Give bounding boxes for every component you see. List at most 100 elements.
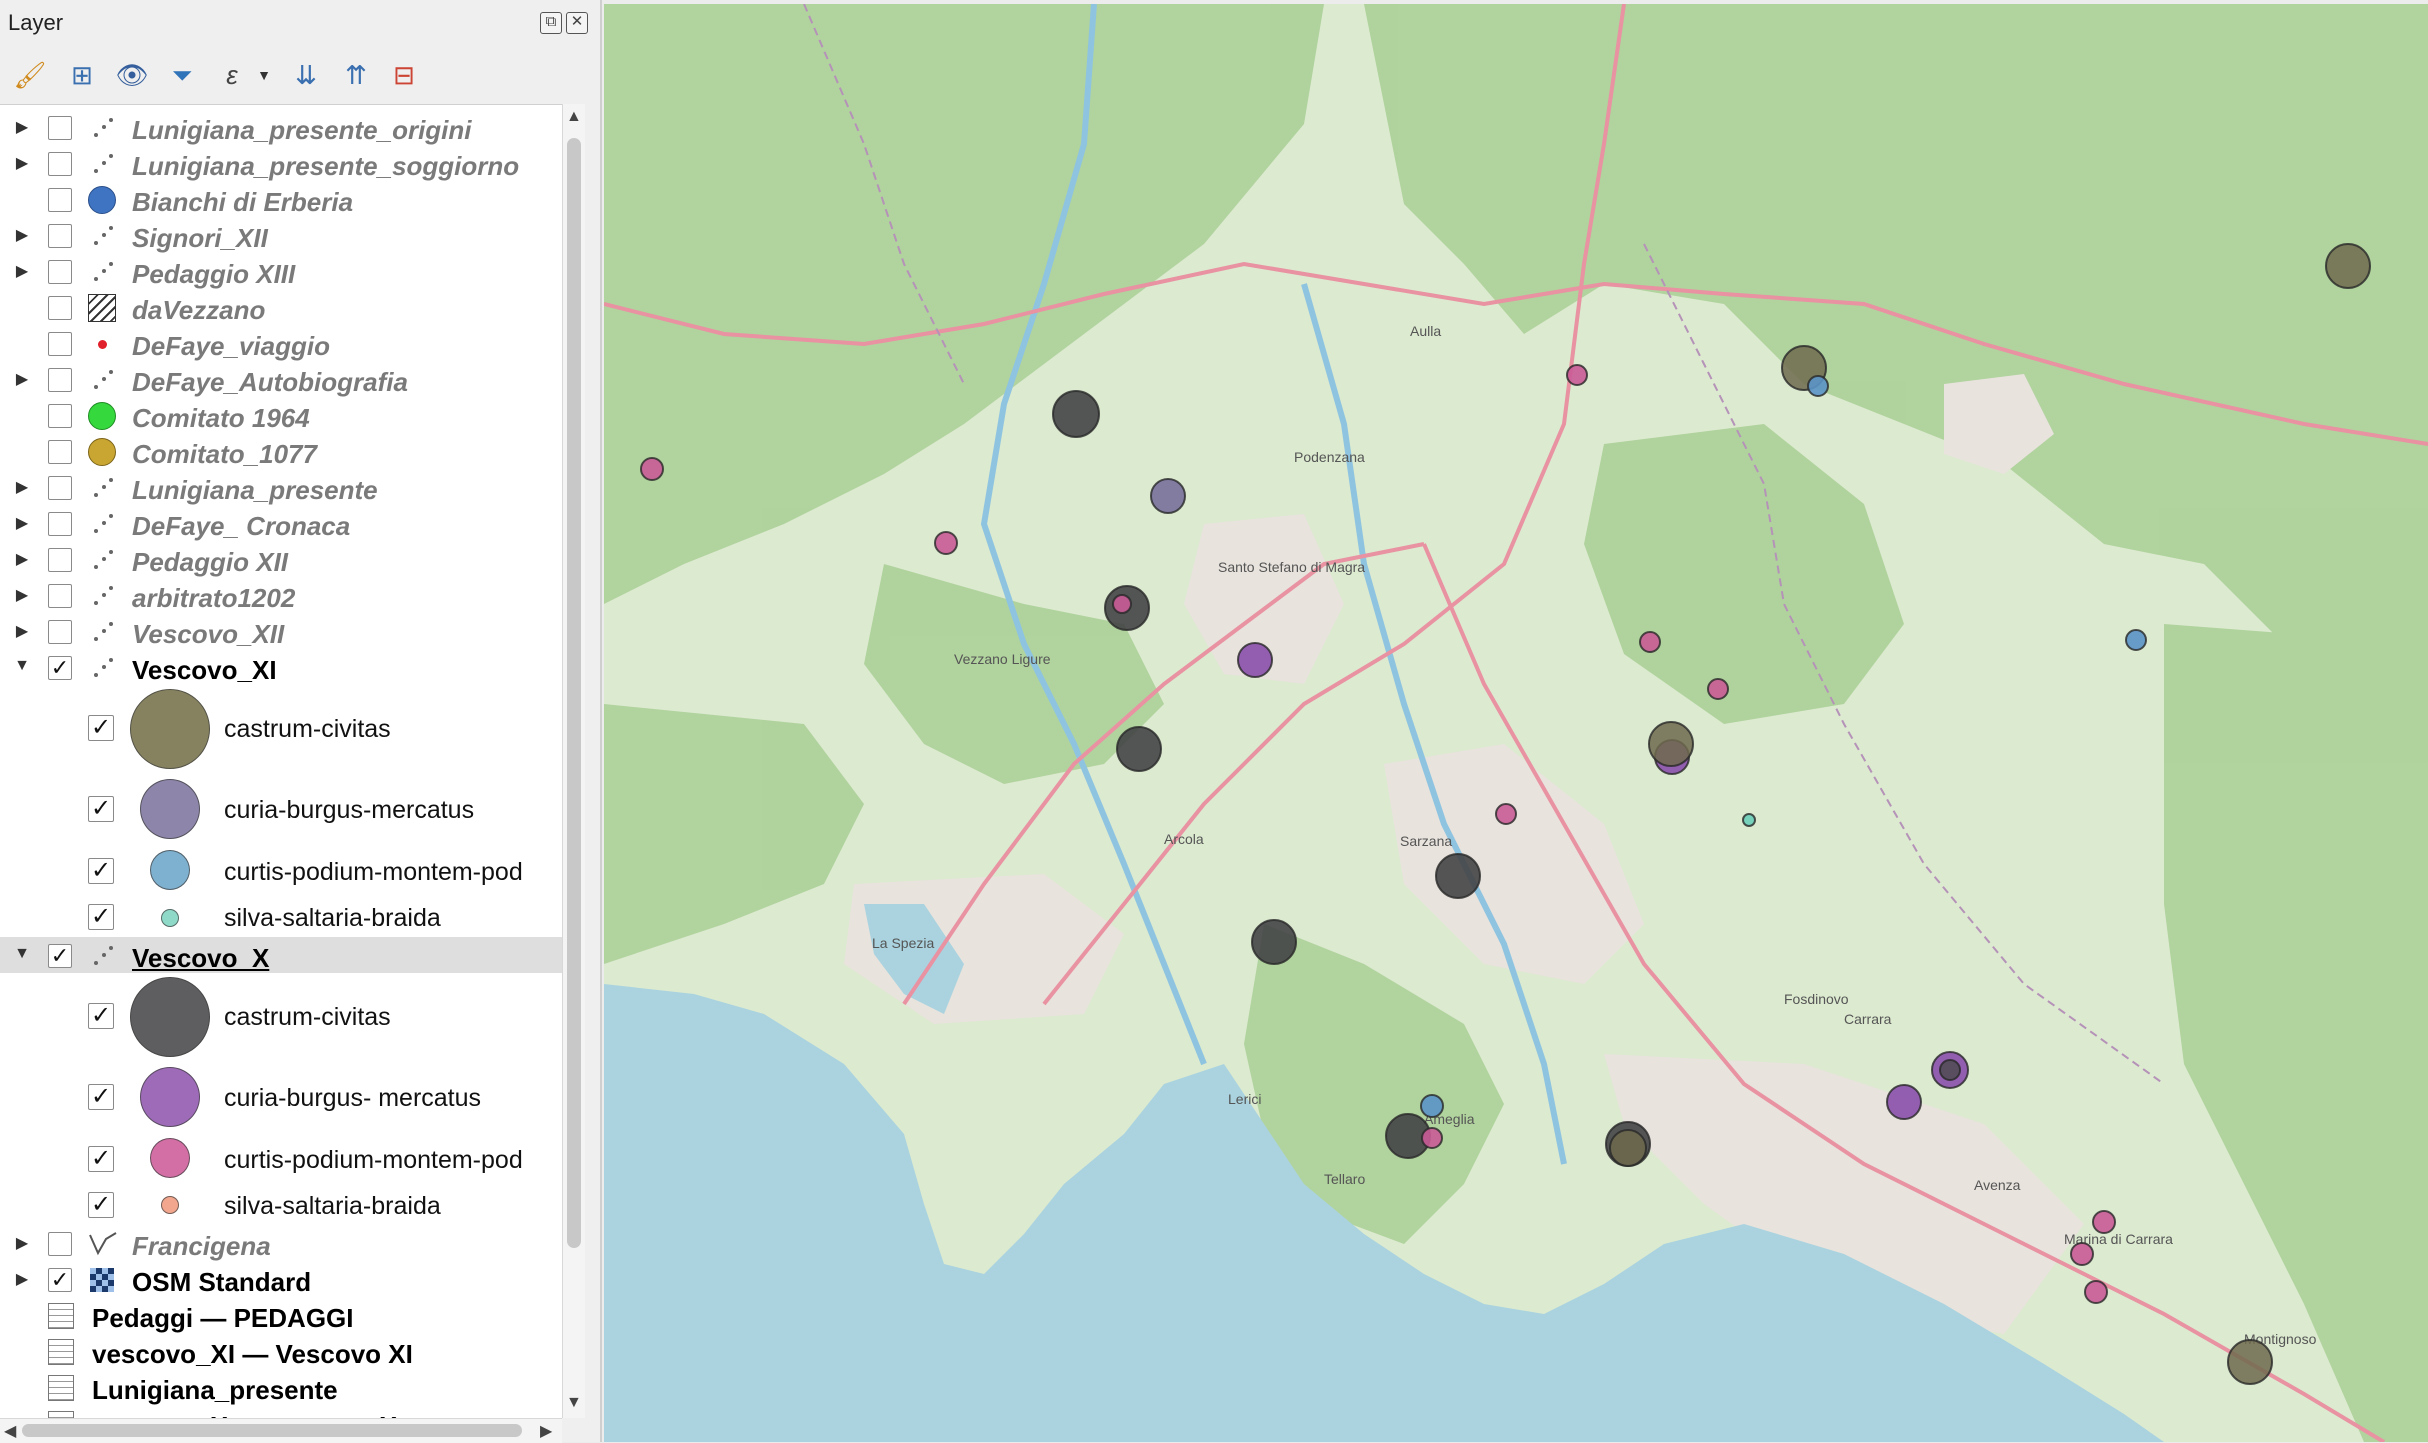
class-checkbox[interactable]: ✓	[88, 715, 114, 741]
close-icon[interactable]: ✕	[566, 12, 588, 34]
expand-arrow-icon[interactable]: ▶	[14, 477, 30, 497]
scroll-thumb[interactable]	[22, 1424, 522, 1437]
layer-checkbox[interactable]	[48, 404, 72, 428]
layer-row-francigena[interactable]: ▶ Francigena	[0, 1225, 562, 1261]
expand-arrow-icon[interactable]: ▶	[14, 225, 30, 245]
collapse-all-icon[interactable]: ⇈	[338, 57, 374, 93]
curtis-podium-marker[interactable]	[1112, 594, 1132, 614]
expand-arrow-icon[interactable]: ▶	[14, 549, 30, 569]
layer-checkbox[interactable]	[48, 620, 72, 644]
layer-checkbox[interactable]	[48, 584, 72, 608]
curtis-podium-marker[interactable]	[2070, 1242, 2094, 1266]
layer-row-vescovo-x[interactable]: ▼ ✓ Vescovo_X	[0, 937, 562, 973]
layer-checkbox[interactable]	[48, 476, 72, 500]
expand-arrow-icon[interactable]: ▶	[14, 513, 30, 533]
scroll-left-icon[interactable]: ◀	[4, 1421, 16, 1441]
class-checkbox[interactable]: ✓	[88, 858, 114, 884]
layer-row[interactable]: ▶ arbitrato1202	[0, 577, 562, 613]
vertical-scrollbar[interactable]: ▲ ▼	[562, 104, 585, 1418]
class-checkbox[interactable]: ✓	[88, 1084, 114, 1110]
scroll-up-icon[interactable]: ▲	[566, 108, 582, 126]
castrum-civitas-marker[interactable]	[1435, 853, 1481, 899]
layer-row[interactable]: daVezzano	[0, 289, 562, 325]
curtis-podium-marker[interactable]	[1639, 631, 1661, 653]
layer-row[interactable]: Bianchi di Erberia	[0, 181, 562, 217]
curtis-podium-marker[interactable]	[1495, 803, 1517, 825]
legend-class-row[interactable]: ✓ curia-burgus- mercatus	[0, 1063, 562, 1133]
class-checkbox[interactable]: ✓	[88, 1192, 114, 1218]
eye-icon[interactable]: 👁	[114, 57, 150, 93]
castrum-civitas-marker[interactable]	[2325, 243, 2371, 289]
scroll-down-icon[interactable]: ▼	[566, 1394, 582, 1412]
legend-class-row[interactable]: ✓ silva-saltaria-braida	[0, 897, 562, 937]
curtis-podium-marker[interactable]	[1421, 1127, 1443, 1149]
layer-checkbox[interactable]	[48, 188, 72, 212]
horizontal-scrollbar[interactable]: ◀ ▶	[0, 1418, 562, 1443]
scroll-right-icon[interactable]: ▶	[540, 1421, 552, 1441]
curtis-podium-marker[interactable]	[1566, 364, 1588, 386]
curtis-podium-marker[interactable]	[1707, 678, 1729, 700]
expand-arrow-icon[interactable]: ▶	[14, 153, 30, 173]
layer-row[interactable]: ▶ Pedaggio XII	[0, 541, 562, 577]
expression-icon[interactable]: ε	[214, 57, 250, 93]
remove-layer-icon[interactable]: ⊟	[386, 57, 422, 93]
class-checkbox[interactable]: ✓	[88, 1146, 114, 1172]
layer-checkbox[interactable]: ✓	[48, 944, 72, 968]
chevron-down-icon[interactable]: ▼	[246, 57, 282, 93]
layer-row[interactable]: Comitato 1964	[0, 397, 562, 433]
curtis-podium-marker[interactable]	[1807, 375, 1829, 397]
curtis-podium-marker[interactable]	[2092, 1210, 2116, 1234]
collapse-arrow-icon[interactable]: ▼	[14, 657, 30, 675]
curtis-podium-marker[interactable]	[2125, 629, 2147, 651]
castrum-civitas-marker[interactable]	[1939, 1059, 1961, 1081]
expand-arrow-icon[interactable]: ▶	[14, 369, 30, 389]
layer-row[interactable]: ▶ Lunigiana_presente_soggiorno	[0, 145, 562, 181]
layer-row[interactable]: ▶ DeFaye_ Cronaca	[0, 505, 562, 541]
castrum-civitas-marker[interactable]	[1116, 726, 1162, 772]
expand-arrow-icon[interactable]: ▶	[14, 621, 30, 641]
class-checkbox[interactable]: ✓	[88, 904, 114, 930]
layer-checkbox[interactable]	[48, 224, 72, 248]
add-group-icon[interactable]: ⊞	[64, 57, 100, 93]
castrum-civitas-marker[interactable]	[2227, 1339, 2273, 1385]
layer-row[interactable]: DeFaye_viaggio	[0, 325, 562, 361]
layer-row[interactable]: ▶ Lunigiana_presente	[0, 469, 562, 505]
curtis-podium-marker[interactable]	[1420, 1094, 1444, 1118]
expand-arrow-icon[interactable]: ▶	[14, 117, 30, 137]
legend-class-row[interactable]: ✓ curtis-podium-montem-pod	[0, 1133, 562, 1185]
curtis-podium-marker[interactable]	[934, 531, 958, 555]
legend-class-row[interactable]: ✓ curtis-podium-montem-pod	[0, 845, 562, 897]
layer-checkbox[interactable]	[48, 116, 72, 140]
layer-checkbox[interactable]	[48, 368, 72, 392]
scroll-thumb[interactable]	[567, 138, 581, 1248]
layer-checkbox[interactable]	[48, 548, 72, 572]
expand-arrow-icon[interactable]: ▶	[14, 1269, 30, 1289]
legend-class-row[interactable]: ✓ silva-saltaria-braida	[0, 1185, 562, 1225]
expand-all-icon[interactable]: ⇊	[288, 57, 324, 93]
expand-arrow-icon[interactable]: ▶	[14, 261, 30, 281]
castrum-civitas-marker[interactable]	[1251, 919, 1297, 965]
float-icon[interactable]: ⧉	[540, 12, 562, 34]
layer-checkbox[interactable]	[48, 440, 72, 464]
layer-row[interactable]: ▶ Lunigiana_presente_origini	[0, 109, 562, 145]
legend-class-row[interactable]: ✓ castrum-civitas	[0, 973, 562, 1063]
layer-checkbox[interactable]	[48, 296, 72, 320]
layer-checkbox[interactable]: ✓	[48, 656, 72, 680]
curtis-podium-marker[interactable]	[640, 457, 664, 481]
layer-checkbox[interactable]	[48, 260, 72, 284]
collapse-arrow-icon[interactable]: ▼	[14, 945, 30, 963]
layer-row-vescovo-xi[interactable]: ▼ ✓ Vescovo_XI	[0, 649, 562, 685]
map-canvas[interactable]: La Spezia Aulla Sarzana Lerici Carrara A…	[604, 4, 2428, 1442]
expand-arrow-icon[interactable]: ▶	[14, 585, 30, 605]
layer-row-osm[interactable]: ▶ ✓ OSM Standard	[0, 1261, 562, 1297]
filter-icon[interactable]: ⏷	[164, 57, 200, 93]
silva-saltaria-marker[interactable]	[1742, 813, 1756, 827]
class-checkbox[interactable]: ✓	[88, 796, 114, 822]
layer-row[interactable]: Comitato_1077	[0, 433, 562, 469]
layer-checkbox[interactable]	[48, 1232, 72, 1256]
table-row[interactable]: vescovo_X — vescovo X	[0, 1405, 562, 1419]
class-checkbox[interactable]: ✓	[88, 1003, 114, 1029]
table-row[interactable]: Pedaggi — PEDAGGI	[0, 1297, 562, 1333]
castrum-civitas-marker[interactable]	[1648, 721, 1694, 767]
layer-row[interactable]: ▶ Pedaggio XIII	[0, 253, 562, 289]
